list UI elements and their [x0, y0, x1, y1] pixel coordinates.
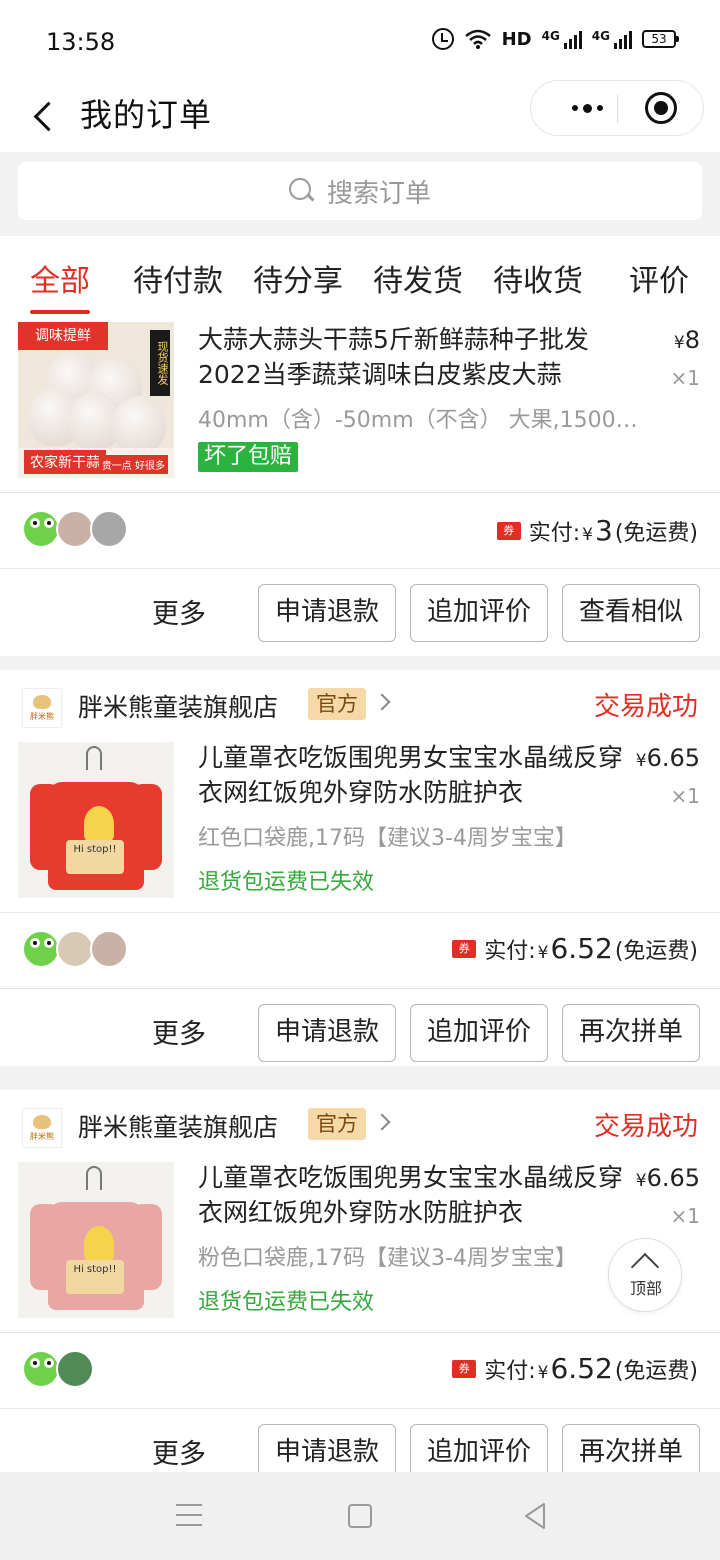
- status-time: 13:58: [46, 28, 116, 56]
- menu-icon[interactable]: [176, 1504, 202, 1526]
- status-bar: 13:58 HD 4G 4G 53: [0, 0, 720, 80]
- signal-icon: 4G: [542, 29, 582, 49]
- coupon-icon: 券: [496, 521, 521, 540]
- group-avatars: [22, 510, 128, 548]
- shipping-notice: 退货包运费已失效: [198, 870, 375, 895]
- search-placeholder: 搜索订单: [326, 178, 431, 209]
- shop-row[interactable]: 胖米熊 胖米熊童装旗舰店 官方 交易成功: [0, 684, 720, 740]
- order-tabs: 全部 待付款 待分享 待发货 待收货 评价: [0, 236, 720, 316]
- wifi-icon: [464, 29, 491, 49]
- coupon-icon: 券: [452, 1359, 477, 1378]
- product-name[interactable]: 儿童罩衣吃饭围兜男女宝宝水晶绒反穿衣网红饭兜外穿防水防脏护衣: [198, 740, 634, 810]
- more-dots-icon[interactable]: [557, 93, 617, 123]
- reorder-button[interactable]: 再次拼单: [562, 1004, 700, 1062]
- avatar: [22, 930, 60, 968]
- tab-pending-payment[interactable]: 待付款: [133, 256, 223, 300]
- paid-amount: 券 实付: ¥ 6.52 (免运费): [452, 932, 698, 965]
- product-qty: ×1: [670, 784, 700, 808]
- product-name[interactable]: 儿童罩衣吃饭围兜男女宝宝水晶绒反穿衣网红饭兜外穿防水防脏护衣: [198, 1160, 634, 1230]
- guarantee-tag: 坏了包赔: [198, 442, 299, 472]
- more-button[interactable]: 更多: [152, 1432, 206, 1471]
- refund-button[interactable]: 申请退款: [258, 584, 396, 642]
- system-nav-bar: [0, 1472, 720, 1560]
- tab-pending-share[interactable]: 待分享: [253, 256, 343, 300]
- shop-logo: 胖米熊: [22, 688, 62, 728]
- tab-review[interactable]: 评价: [629, 256, 689, 300]
- shop-logo: 胖米熊: [22, 1108, 62, 1148]
- product-price: ¥6.65: [635, 1164, 700, 1192]
- avatar: [56, 930, 94, 968]
- more-button[interactable]: 更多: [152, 1012, 206, 1051]
- group-avatars: [22, 1350, 94, 1388]
- tab-pending-ship[interactable]: 待发货: [373, 256, 463, 300]
- more-button[interactable]: 更多: [152, 592, 206, 631]
- product-price: ¥6.65: [635, 744, 700, 772]
- avatar: [90, 930, 128, 968]
- order-status: 交易成功: [593, 692, 698, 722]
- product-name[interactable]: 大蒜大蒜头干蒜5斤新鲜蒜种子批发2022当季蔬菜调味白皮紫皮大蒜: [198, 322, 634, 392]
- alarm-icon: [431, 28, 454, 50]
- close-target-icon[interactable]: [645, 92, 677, 124]
- product-price: ¥8: [673, 326, 700, 354]
- chevron-right-icon: [373, 1113, 391, 1131]
- search-input[interactable]: 搜索订单: [18, 162, 702, 220]
- shop-name[interactable]: 胖米熊童装旗舰店: [78, 1108, 278, 1144]
- product-spec: 粉色口袋鹿,17码【建议3-4周岁宝宝】: [198, 1246, 577, 1271]
- product-image[interactable]: Hi stop!!: [18, 742, 174, 898]
- battery-icon: 53: [642, 30, 679, 48]
- avatar: [22, 510, 60, 548]
- chevron-right-icon: [373, 693, 391, 711]
- group-avatars: [22, 930, 128, 968]
- avatar: [56, 1350, 94, 1388]
- coupon-icon: 券: [452, 939, 477, 958]
- order-status: 交易成功: [593, 1112, 698, 1142]
- page-title: 我的订单: [80, 96, 213, 134]
- refund-button[interactable]: 申请退款: [258, 1004, 396, 1062]
- product-spec: 40mm（含）-50mm（不含） 大果,1500…: [198, 408, 638, 433]
- avatar: [56, 510, 94, 548]
- product-image[interactable]: 调味提鲜 现货速发 农家新干蒜 贵一点 好很多: [18, 322, 174, 478]
- paid-amount: 券 实付: ¥ 6.52 (免运费): [452, 1352, 698, 1385]
- search-icon: [288, 178, 315, 204]
- back-to-top-button[interactable]: 顶部: [608, 1238, 682, 1312]
- official-badge: 官方: [308, 1108, 366, 1140]
- official-badge: 官方: [308, 688, 366, 720]
- mini-program-capsule: [530, 80, 704, 136]
- back-arrow-icon[interactable]: [28, 92, 68, 140]
- add-review-button[interactable]: 追加评价: [410, 584, 548, 642]
- order-card: 胖米熊 胖米熊童装旗舰店 官方 交易成功 Hi stop!! 儿童罩衣吃饭围兜男…: [0, 670, 720, 1066]
- tab-pending-receive[interactable]: 待收货: [493, 256, 583, 300]
- product-image[interactable]: Hi stop!!: [18, 1162, 174, 1318]
- add-review-button[interactable]: 追加评价: [410, 1004, 548, 1062]
- order-card: 调味提鲜 现货速发 农家新干蒜 贵一点 好很多 大蒜大蒜头干蒜5斤新鲜蒜种子批发…: [0, 316, 720, 656]
- header: 我的订单: [0, 80, 720, 152]
- shipping-notice: 退货包运费已失效: [198, 1290, 375, 1315]
- shop-row[interactable]: 胖米熊 胖米熊童装旗舰店 官方 交易成功: [0, 1104, 720, 1160]
- view-similar-button[interactable]: 查看相似: [562, 584, 700, 642]
- paid-amount: 券 实付: ¥ 3 (免运费): [496, 514, 698, 547]
- avatar: [22, 1350, 60, 1388]
- product-qty: ×1: [670, 366, 700, 390]
- product-spec: 红色口袋鹿,17码【建议3-4周岁宝宝】: [198, 826, 577, 851]
- tab-all[interactable]: 全部: [30, 256, 90, 300]
- product-qty: ×1: [670, 1204, 700, 1228]
- shop-name[interactable]: 胖米熊童装旗舰店: [78, 688, 278, 724]
- home-square-icon[interactable]: [348, 1504, 372, 1528]
- tab-indicator: [30, 310, 90, 314]
- network-label: HD: [501, 28, 532, 50]
- signal-icon-2: 4G: [592, 29, 632, 49]
- avatar: [90, 510, 128, 548]
